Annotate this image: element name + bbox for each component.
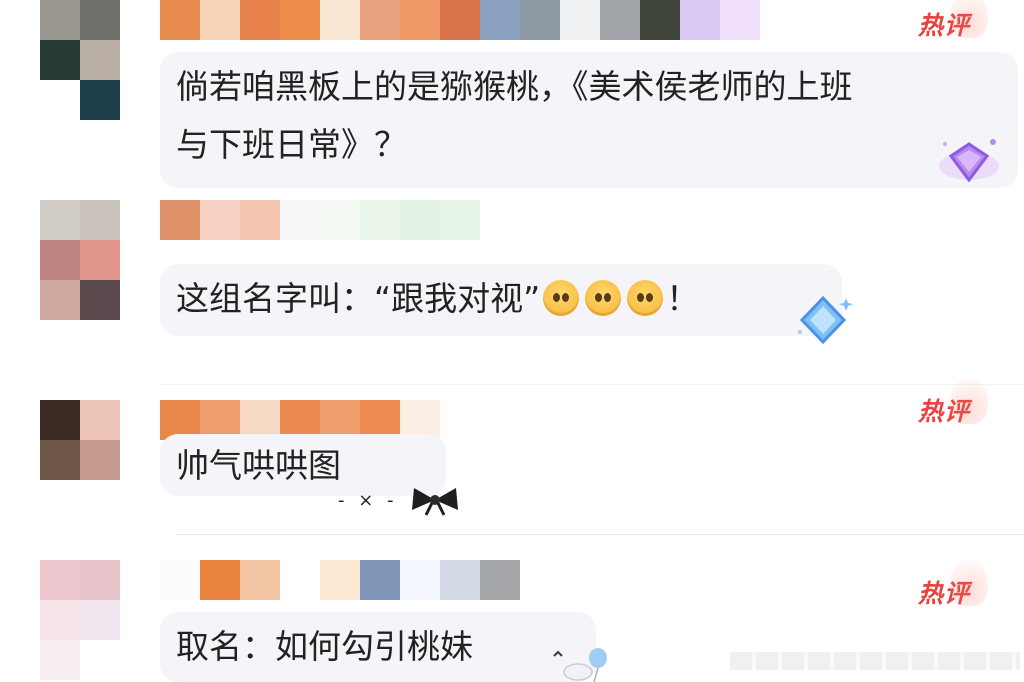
comment-bubble: 取名：如何勾引桃妹 [160, 612, 596, 682]
avatar[interactable] [40, 560, 120, 680]
blue-diamond-badge-icon [798, 295, 853, 345]
comment-bubble: 这组名字叫：“跟我对视” ！ [160, 264, 842, 336]
pleading-face-emoji-icon [585, 280, 622, 316]
decorative-dashes: - × - [338, 490, 398, 511]
hot-comment-badge: 热评 [918, 378, 989, 428]
username[interactable] [160, 400, 440, 440]
comment-item: 热评 取名：如何勾引桃妹 [0, 560, 1024, 682]
comment-bubble: 帅气哄哄图 [160, 434, 446, 496]
username[interactable] [160, 0, 760, 40]
avatar[interactable] [40, 400, 120, 480]
divider [176, 534, 1024, 535]
avatar[interactable] [40, 0, 120, 120]
watermark-strip [730, 652, 1020, 670]
bow-icon [412, 488, 458, 516]
purple-diamond-badge-icon [939, 139, 999, 183]
comment-text: 帅气哄哄图 [176, 446, 341, 485]
username[interactable] [160, 200, 480, 240]
balloon-icon [553, 648, 607, 682]
comment-text: 这组名字叫：“跟我对视” [176, 279, 541, 318]
username[interactable] [160, 560, 520, 600]
avatar[interactable] [40, 200, 120, 320]
hot-comment-badge: 热评 [918, 560, 989, 610]
comment-item: 热评 帅气哄哄图 - × - [0, 378, 1024, 540]
divider [160, 384, 1024, 385]
comment-item: 热评 倘若咱黑板上的是猕猴桃，《美术侯老师的上班 与下班日常》？ [0, 0, 1024, 200]
comment-text-line2: 与下班日常》？ [176, 125, 407, 164]
comment-text: 倘若咱黑板上的是猕猴桃，《美术侯老师的上班 [176, 67, 853, 106]
pleading-face-emoji-icon [543, 280, 580, 316]
hot-comment-badge: 热评 [918, 0, 989, 42]
comment-text-suffix: ！ [666, 279, 700, 318]
comment-item: 这组名字叫：“跟我对视” ！ [0, 200, 1024, 400]
comment-text: 取名：如何勾引桃妹 [176, 627, 473, 666]
pleading-face-emoji-icon [627, 280, 664, 316]
comment-bubble: 倘若咱黑板上的是猕猴桃，《美术侯老师的上班 与下班日常》？ [160, 52, 1018, 188]
